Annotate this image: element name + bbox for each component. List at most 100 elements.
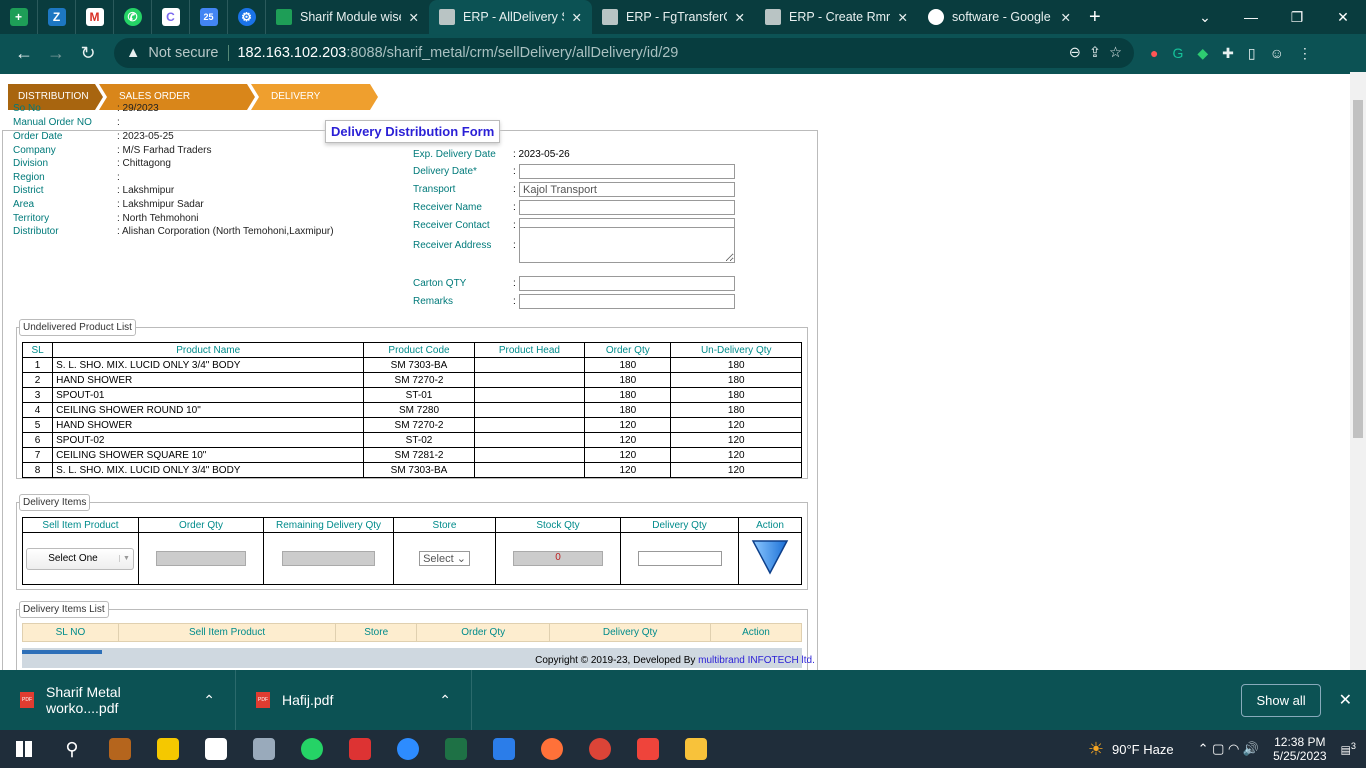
breadcrumb-delivery-create[interactable]: DELIVERY CREATE	[251, 84, 378, 110]
column-header: Store	[335, 623, 418, 642]
menu-icon[interactable]: ⋮	[1298, 45, 1312, 62]
pinned-tab[interactable]: ✆	[114, 0, 152, 34]
remaining-delivery-qty-field	[282, 551, 375, 566]
firefox-icon[interactable]	[528, 738, 576, 760]
column-header: Action	[738, 517, 802, 533]
info-row: Region:	[13, 172, 120, 184]
pinned-tab[interactable]: ⚙	[228, 0, 266, 34]
close-icon[interactable]: ✕	[409, 10, 419, 25]
transport-input[interactable]	[519, 182, 735, 197]
back-icon[interactable]: ←	[8, 43, 40, 64]
forward-icon[interactable]: →	[40, 43, 72, 64]
tab-strip: + Z M ✆ C 25 ⚙ Sharif Module wise ✕ ERP -…	[0, 0, 1366, 34]
column-header: Product Name	[52, 342, 365, 358]
download-item[interactable]: PDF Sharif Metal worko....pdf ⌃	[0, 670, 236, 730]
column-header: Product Head	[473, 342, 586, 358]
chrome-icon[interactable]	[576, 738, 624, 760]
gmail-icon: M	[85, 8, 104, 26]
share-icon[interactable]: ⇪	[1089, 45, 1101, 61]
clickup-icon: C	[161, 8, 180, 26]
column-header: Stock Qty	[495, 517, 621, 533]
pinned-tab[interactable]: C	[152, 0, 190, 34]
app-icon[interactable]	[96, 738, 144, 760]
chevron-up-icon[interactable]: ⌃	[439, 692, 451, 709]
extensions-puzzle-icon[interactable]: ✚	[1222, 45, 1234, 62]
zoom-app-icon[interactable]	[384, 738, 432, 760]
delivery-qty-input[interactable]	[637, 551, 722, 566]
app-icon[interactable]	[192, 738, 240, 760]
show-all-button[interactable]: Show all	[1241, 683, 1321, 717]
tab-search-icon[interactable]: ⌄	[1182, 9, 1228, 26]
clock[interactable]: 12:38 PM 5/25/2023	[1273, 735, 1326, 763]
downloads-bar: PDF Sharif Metal worko....pdf ⌃ PDF Hafij.p…	[0, 670, 1366, 730]
section-legend: Delivery Items List	[19, 601, 109, 618]
close-icon[interactable]: ✕	[898, 10, 908, 25]
add-item-arrow-icon[interactable]	[751, 539, 789, 575]
delivery-date-input[interactable]	[519, 164, 735, 179]
table-row: 7 CEILING SHOWER SQUARE 10" SM 7281-2 120 12…	[21, 447, 802, 463]
sheets-icon: +	[9, 8, 28, 26]
sticky-notes-icon[interactable]	[144, 738, 192, 760]
browser-tab-active[interactable]: ERP - AllDelivery S ✕	[429, 0, 592, 34]
new-tab-button[interactable]: +	[1081, 6, 1101, 29]
zoom-icon[interactable]: ⊖	[1069, 45, 1081, 61]
browser-tab[interactable]: software - Google ✕	[918, 0, 1081, 34]
close-downloads-icon[interactable]: ✕	[1339, 690, 1352, 710]
download-item[interactable]: PDF Hafij.pdf ⌃	[236, 670, 472, 730]
submit-button[interactable]	[22, 650, 102, 654]
pinned-tab[interactable]: Z	[38, 0, 76, 34]
close-icon[interactable]: ✕	[1061, 10, 1071, 25]
extension-icon[interactable]: ◆	[1197, 45, 1208, 62]
chevron-up-icon[interactable]: ⌃	[203, 692, 215, 709]
sheets-icon	[276, 9, 292, 25]
profile-avatar[interactable]: ☺	[1270, 45, 1284, 62]
grammarly-icon[interactable]: G	[1172, 45, 1183, 62]
system-tray-icons[interactable]: ⌃ ▢ ◠ 🔊	[1198, 741, 1260, 757]
extension-icon[interactable]: ●	[1150, 45, 1158, 62]
pinned-tab[interactable]: M	[76, 0, 114, 34]
receiver-name-input[interactable]	[519, 200, 735, 215]
browser-tab[interactable]: ERP - FgTransferCr ✕	[592, 0, 755, 34]
whatsapp-icon[interactable]	[288, 738, 336, 760]
excel-icon[interactable]	[432, 738, 480, 760]
weather-widget[interactable]: ☀ 90°F Haze	[1088, 739, 1174, 760]
form-field-row: Receiver Name:	[413, 200, 735, 215]
browser-tab[interactable]: Sharif Module wise ✕	[266, 0, 429, 34]
close-window-button[interactable]: ✕	[1320, 9, 1366, 26]
page-scrollbar[interactable]	[1350, 72, 1366, 670]
bookmark-star-icon[interactable]: ☆	[1109, 45, 1122, 61]
developer-link[interactable]: multibrand INFOTECH ltd.	[698, 655, 815, 666]
side-panel-icon[interactable]: ▯	[1248, 45, 1256, 62]
app-icon[interactable]	[336, 738, 384, 760]
column-header: Order Qty	[416, 623, 551, 642]
restore-button[interactable]: ❐	[1274, 9, 1320, 26]
sell-item-product-select[interactable]: Select One ▼	[26, 547, 134, 570]
store-select[interactable]: Select ⌄	[419, 551, 470, 566]
app-icon[interactable]	[240, 738, 288, 760]
receiver-address-input[interactable]	[519, 227, 735, 263]
remarks-input[interactable]	[519, 294, 735, 309]
notifications-button[interactable]: ▤3	[1341, 741, 1357, 757]
app-icon[interactable]	[480, 738, 528, 760]
warning-icon: ▲	[126, 45, 141, 61]
chevron-down-icon: ▼	[119, 555, 133, 562]
erp-icon	[765, 9, 781, 25]
close-icon[interactable]: ✕	[735, 10, 745, 25]
browser-tab[interactable]: ERP - Create Rmr ✕	[755, 0, 918, 34]
info-row: Order Date: 2023-05-25	[13, 131, 174, 143]
search-icon[interactable]: ⚲	[48, 739, 96, 760]
close-icon[interactable]: ✕	[572, 10, 582, 25]
reload-icon[interactable]: ↻	[72, 43, 104, 64]
pinned-tab[interactable]: +	[0, 0, 38, 34]
browser-toolbar: ← → ↻ ▲ Not secure 182.163.102.203:8088/…	[0, 34, 1366, 72]
carton-qty-input[interactable]	[519, 276, 735, 291]
start-button[interactable]	[0, 741, 48, 757]
minimize-button[interactable]: —	[1228, 9, 1274, 26]
anydesk-icon[interactable]	[624, 738, 672, 760]
file-explorer-icon[interactable]	[672, 738, 720, 760]
column-header: Store	[393, 517, 496, 533]
address-bar[interactable]: ▲ Not secure 182.163.102.203:8088/sharif…	[114, 38, 1134, 68]
column-header: Order Qty	[138, 517, 264, 533]
pinned-tab[interactable]: 25	[190, 0, 228, 34]
column-header: Delivery Qty	[549, 623, 711, 642]
